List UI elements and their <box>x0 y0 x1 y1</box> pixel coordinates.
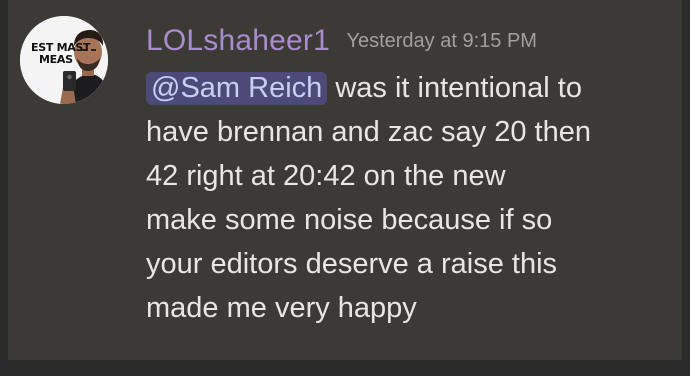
user-avatar[interactable]: EST MAST MEAS <box>20 16 108 104</box>
message-text: was it intentional to <box>327 72 582 104</box>
message-line: make some noise because if so <box>146 204 553 236</box>
message-line: 42 right at 20:42 on the new <box>146 160 506 192</box>
message-line: have brennan and zac say 20 then <box>146 116 591 148</box>
message-line: your editors deserve a raise this <box>146 248 558 280</box>
timestamp[interactable]: Yesterday at 9:15 PM <box>346 30 537 52</box>
chat-frame: EST MAST MEAS LOLshaheer1 Yesterday at 9… <box>0 0 690 376</box>
message-line: @Sam Reich was it intentional to <box>146 66 666 110</box>
avatar-caption: EST MAST MEAS <box>31 42 93 66</box>
message-header: LOLshaheer1 Yesterday at 9:15 PM <box>146 24 537 64</box>
username[interactable]: LOLshaheer1 <box>146 24 330 57</box>
user-mention[interactable]: @Sam Reich <box>146 72 328 105</box>
message-line: made me very happy <box>146 292 417 324</box>
message-content: @Sam Reich was it intentional to have br… <box>146 66 666 330</box>
avatar-caption-line: MEAS <box>39 53 73 66</box>
chat-message: EST MAST MEAS LOLshaheer1 Yesterday at 9… <box>8 0 682 360</box>
